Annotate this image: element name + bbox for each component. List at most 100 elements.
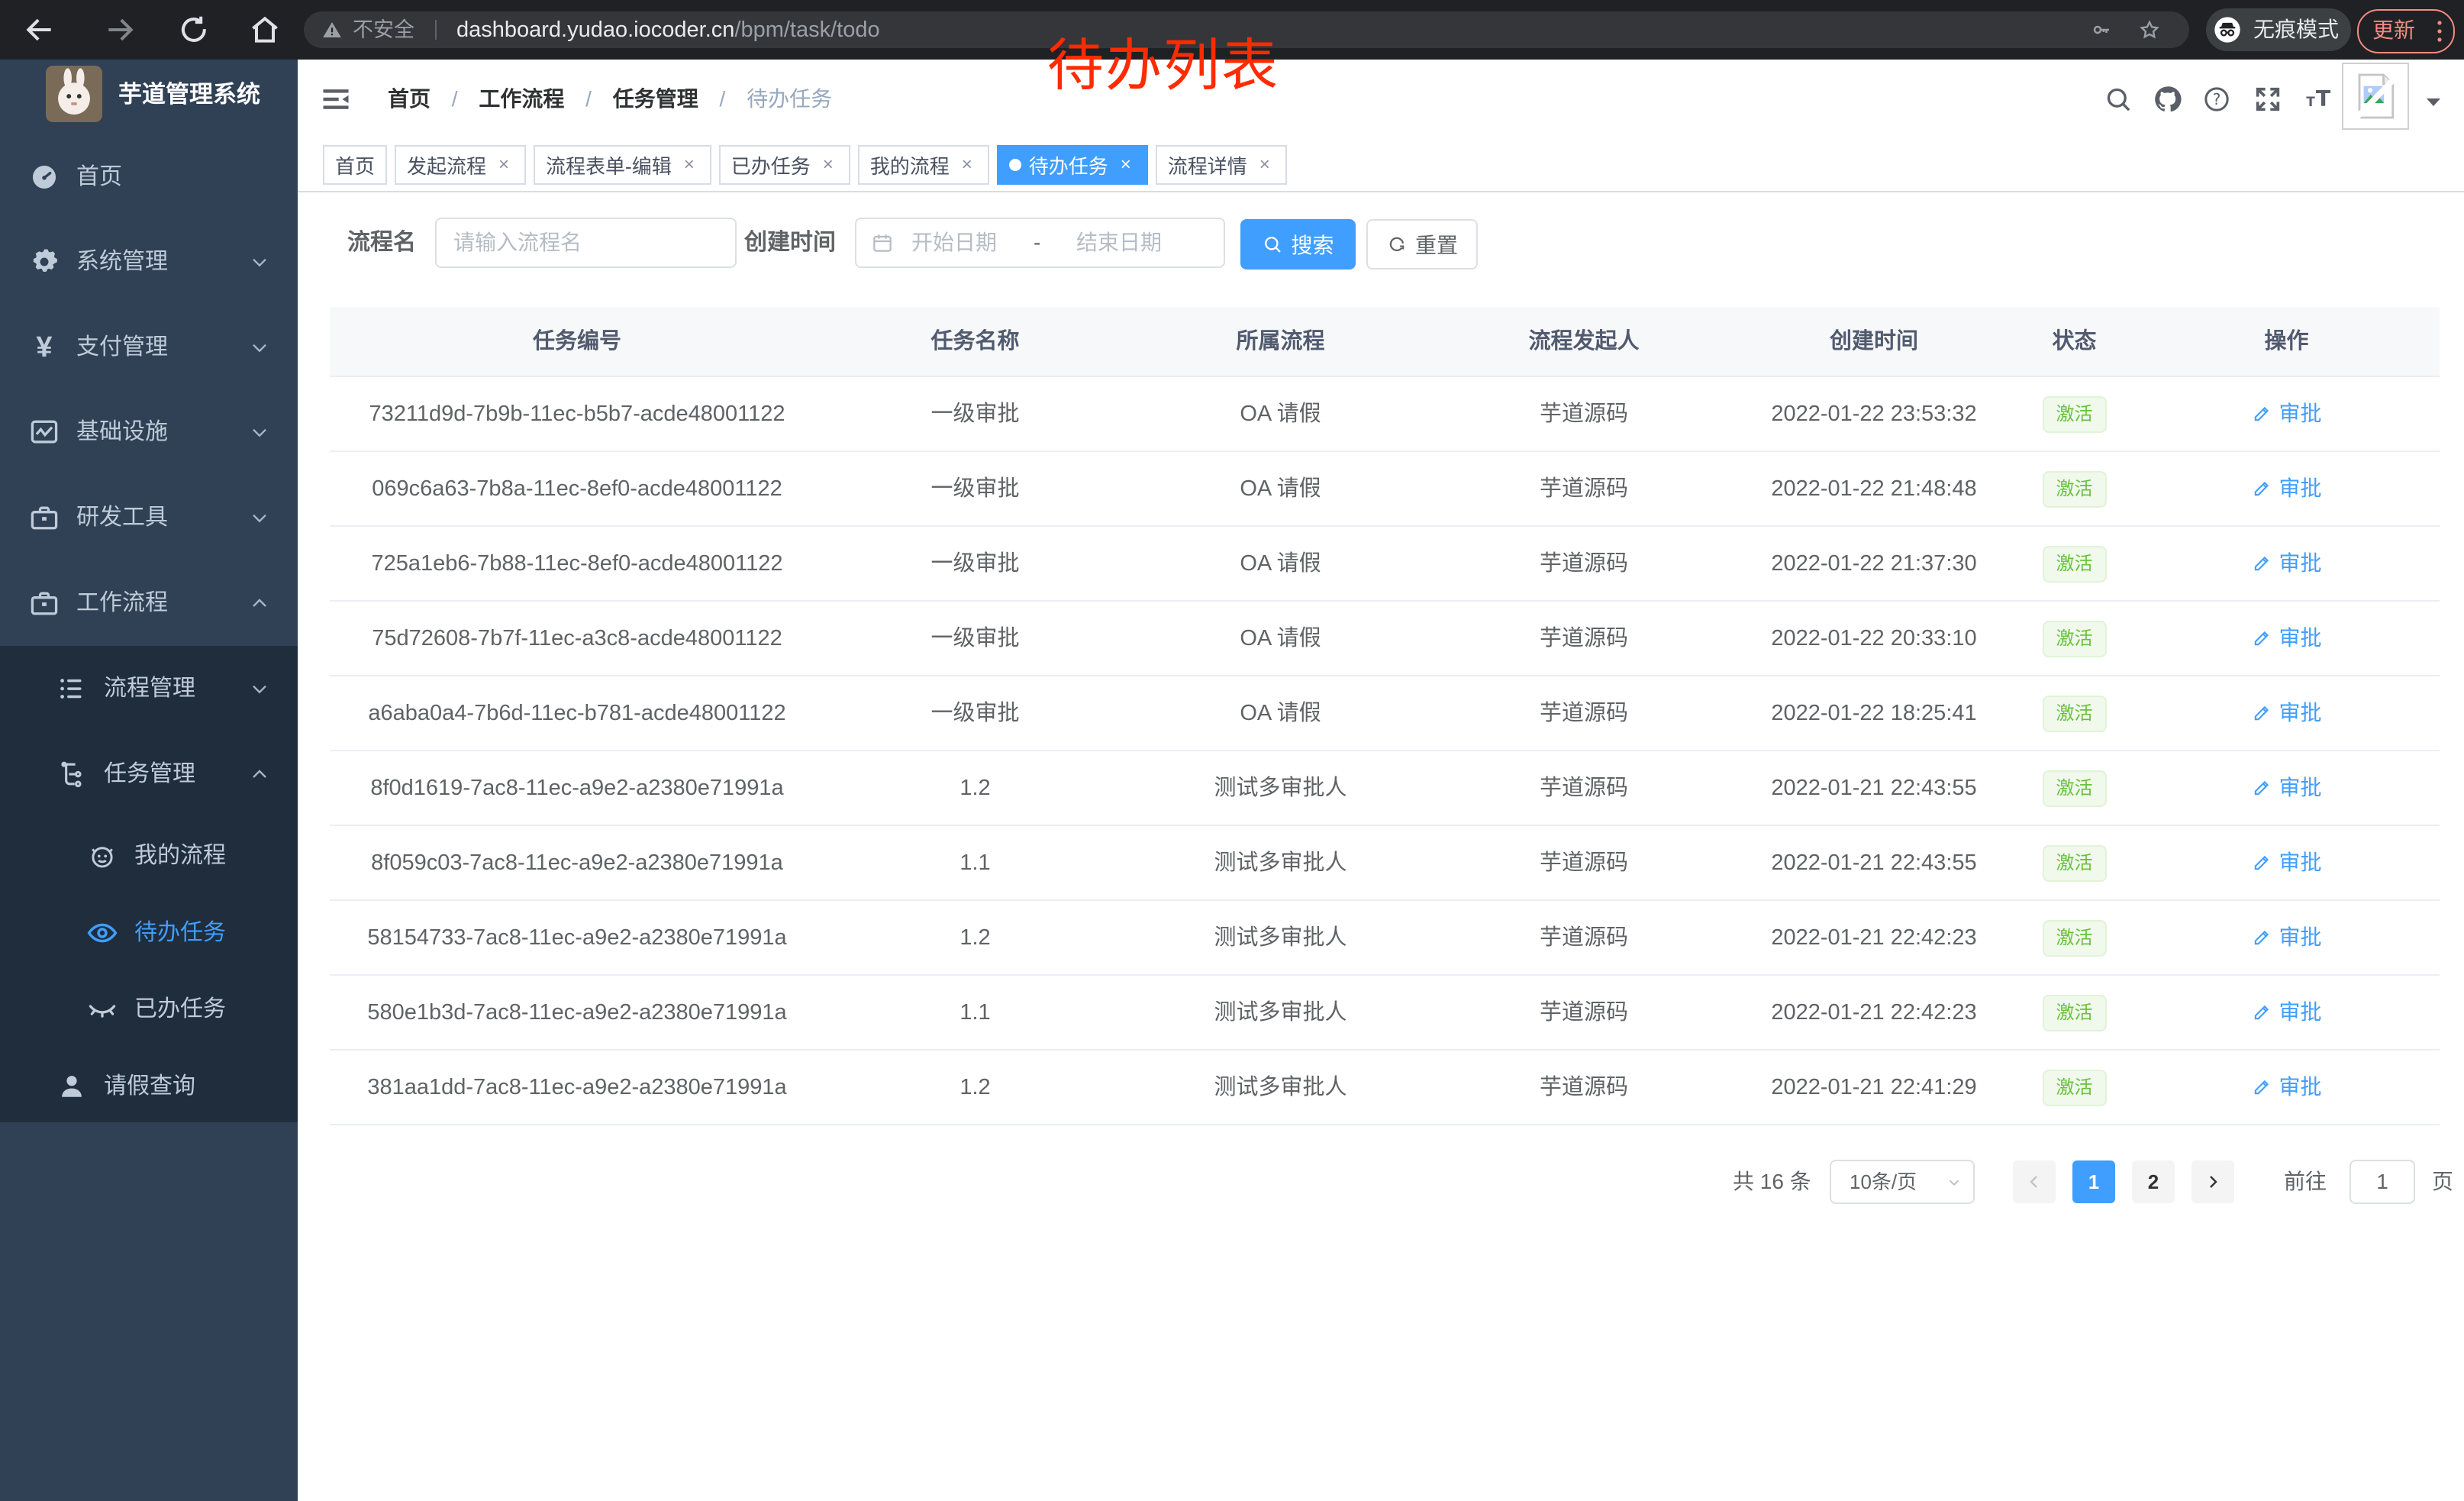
breadcrumb-home[interactable]: 首页 <box>388 87 431 111</box>
cell-status: 激活 <box>2015 751 2133 825</box>
fullscreen-icon[interactable] <box>2253 84 2283 115</box>
tab-done-tasks[interactable]: 已办任务 × <box>719 145 850 185</box>
sidebar-item-label: 已办任务 <box>134 973 226 1046</box>
close-icon[interactable]: × <box>957 155 977 175</box>
tab-todo-tasks[interactable]: 待办任务× <box>997 145 1148 185</box>
sidebar-item-payment-management[interactable]: ¥支付管理 <box>0 311 298 384</box>
status-badge: 激活 <box>2043 1070 2107 1106</box>
tabs: 首页发起流程×流程表单-编辑×已办任务×我的流程×待办任务×流程详情× <box>323 145 1287 185</box>
chevron-up-icon <box>247 762 272 786</box>
collapse-sidebar-icon[interactable] <box>319 82 353 116</box>
page-button-1[interactable]: 1 <box>2072 1160 2115 1203</box>
yen-icon: ¥ <box>27 331 61 364</box>
sidebar-item-infrastructure[interactable]: 基础设施 <box>0 395 298 469</box>
reload-icon[interactable] <box>177 13 211 47</box>
star-icon[interactable] <box>2137 18 2162 42</box>
col-task-name: 任务名称 <box>824 307 1126 376</box>
process-name-input[interactable]: 请输入流程名 <box>435 218 737 268</box>
cell-task-name: 1.1 <box>824 976 1126 1049</box>
reset-button[interactable]: 重置 <box>1366 219 1478 270</box>
approve-action[interactable]: 审批 <box>2251 751 2321 825</box>
breadcrumb: 首页 / 工作流程 / 任务管理 / 待办任务 <box>388 60 832 139</box>
kebab-menu-icon[interactable] <box>2435 19 2444 44</box>
breadcrumb-workflow[interactable]: 工作流程 <box>479 87 564 111</box>
search-icon[interactable] <box>2103 84 2133 115</box>
caret-down-icon[interactable] <box>2424 96 2443 108</box>
forward-icon[interactable] <box>103 13 137 47</box>
sidebar-item-done-tasks[interactable]: 已办任务 <box>0 973 298 1046</box>
sidebar-item-home[interactable]: 首页 <box>0 140 298 214</box>
sidebar-item-label: 任务管理 <box>104 738 195 811</box>
cell-task-id: 8f059c03-7ac8-11ec-a9e2-a2380e71991a <box>330 826 824 899</box>
close-icon[interactable]: × <box>1116 155 1136 175</box>
approve-action[interactable]: 审批 <box>2251 826 2321 899</box>
approve-action[interactable]: 审批 <box>2251 452 2321 525</box>
approve-action[interactable]: 审批 <box>2251 1051 2321 1124</box>
search-button[interactable]: 搜索 <box>1240 219 1356 270</box>
edit-icon <box>2251 777 2272 799</box>
goto-page-input[interactable]: 1 <box>2350 1160 2415 1204</box>
sidebar-item-system-management[interactable]: 系统管理 <box>0 225 298 299</box>
sidebar-item-todo-tasks[interactable]: 待办任务 <box>0 896 298 970</box>
cell-created: 2022-01-21 22:41:29 <box>1733 1051 2015 1124</box>
rabbit-logo <box>46 66 102 122</box>
tab-start-process[interactable]: 发起流程× <box>395 145 526 185</box>
approve-action[interactable]: 审批 <box>2251 602 2321 675</box>
annotation-text: 待办列表 <box>1047 20 1279 102</box>
font-size-icon[interactable]: TT <box>2304 84 2334 115</box>
goto-unit: 页 <box>2432 1160 2453 1204</box>
sidebar-item-my-process[interactable]: 我的流程 <box>0 819 298 893</box>
date-range-input[interactable]: 开始日期 - 结束日期 <box>855 218 1225 268</box>
chevron-down-icon <box>247 505 272 530</box>
cell-created: 2022-01-22 23:53:32 <box>1733 377 2015 450</box>
github-icon[interactable] <box>2153 84 2183 115</box>
gear-icon <box>27 245 61 279</box>
breadcrumb-task-management[interactable]: 任务管理 <box>613 87 698 111</box>
edit-icon <box>2251 1002 2272 1023</box>
sidebar-item-dev-tools[interactable]: 研发工具 <box>0 481 298 554</box>
sidebar-item-process-management[interactable]: 流程管理 <box>0 652 298 725</box>
tab-form-edit[interactable]: 流程表单-编辑× <box>534 145 711 185</box>
back-icon[interactable] <box>23 13 56 47</box>
face-icon <box>85 839 119 873</box>
sidebar-item-label: 系统管理 <box>76 225 168 299</box>
next-page-button[interactable] <box>2191 1160 2234 1203</box>
close-icon[interactable]: × <box>679 155 699 175</box>
chevron-up-icon <box>247 591 272 615</box>
tab-my-process[interactable]: 我的流程× <box>858 145 989 185</box>
approve-action[interactable]: 审批 <box>2251 676 2321 750</box>
close-icon[interactable]: × <box>1255 155 1275 175</box>
approve-action[interactable]: 审批 <box>2251 527 2321 600</box>
sidebar-item-task-management[interactable]: 任务管理 <box>0 738 298 811</box>
refresh-icon <box>1386 234 1408 255</box>
close-icon[interactable]: × <box>818 155 838 175</box>
tab-label: 已办任务 <box>731 151 811 179</box>
sidebar-item-label: 基础设施 <box>76 395 168 469</box>
cell-status: 激活 <box>2015 527 2133 600</box>
chevron-down-icon <box>247 676 272 701</box>
cell-initiator: 芋道源码 <box>1435 826 1733 899</box>
tab-home[interactable]: 首页 <box>323 145 387 185</box>
tab-label: 流程详情 <box>1168 151 1247 179</box>
page-button-2[interactable]: 2 <box>2132 1160 2175 1203</box>
approve-action[interactable]: 审批 <box>2251 976 2321 1049</box>
cell-initiator: 芋道源码 <box>1435 976 1733 1049</box>
tab-process-detail[interactable]: 流程详情 × <box>1156 145 1287 185</box>
key-icon[interactable] <box>2090 18 2113 41</box>
approve-action[interactable]: 审批 <box>2251 901 2321 974</box>
sidebar-item-workflow[interactable]: 工作流程 <box>0 567 298 640</box>
cell-created: 2022-01-21 22:43:55 <box>1733 826 2015 899</box>
avatar-broken-image[interactable] <box>2342 63 2409 130</box>
help-icon[interactable]: ? <box>2201 84 2232 115</box>
table-row: 73211d9d-7b9b-11ec-b5b7-acde48001122一级审批… <box>330 377 2440 452</box>
sidebar-item-leave-query[interactable]: 请假查询 <box>0 1050 298 1123</box>
close-icon[interactable]: × <box>494 155 514 175</box>
approve-action[interactable]: 审批 <box>2251 377 2321 450</box>
home-icon[interactable] <box>248 13 282 47</box>
cell-actions: 审批 <box>2133 377 2440 450</box>
update-button[interactable]: 更新 <box>2357 9 2455 53</box>
page-size-select[interactable]: 10条/页 <box>1830 1160 1975 1204</box>
chevron-down-icon <box>247 420 272 444</box>
prev-page-button[interactable] <box>2013 1160 2056 1203</box>
cell-initiator: 芋道源码 <box>1435 602 1733 675</box>
